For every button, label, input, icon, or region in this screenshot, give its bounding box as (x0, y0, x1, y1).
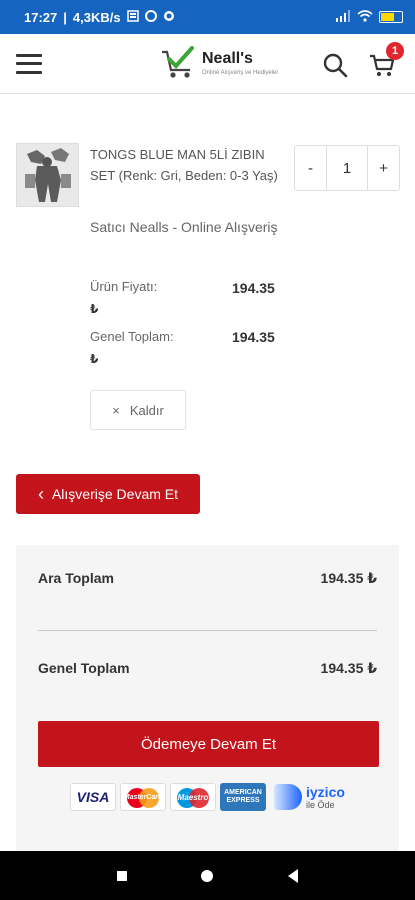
vodafone-icon-2 (163, 10, 175, 25)
continue-shopping-label: Alışverişe Devam Et (51, 486, 179, 502)
logo-name: Neall's (202, 50, 253, 67)
chevron-left-icon: ‹ (37, 484, 44, 504)
subtotal-row: Ara Toplam 194.35 ₺ (38, 570, 377, 587)
status-speed: 4,3KB/s (72, 9, 121, 25)
status-bar: 17:27 | 4,3KB/s (0, 0, 415, 34)
search-icon[interactable] (322, 52, 348, 78)
iyzico-logo: iyzico ile Öde (274, 784, 345, 810)
unit-price-currency: ₺ (90, 302, 99, 316)
quantity-stepper: - 1 + (294, 145, 400, 191)
grand-total-row: Genel Toplam 194.35 ₺ (38, 660, 377, 677)
iyzico-name: iyzico (306, 784, 345, 800)
maestro-text: Maestro (177, 792, 209, 802)
subtotal-value: 194.35 ₺ (320, 570, 377, 586)
iyzico-sub: ile Öde (306, 800, 335, 810)
visa-logo: VISA (70, 783, 116, 811)
summary-divider (38, 630, 377, 631)
cart-count-badge: 1 (386, 42, 404, 60)
iyzico-mark-icon (274, 784, 302, 810)
quantity-increase-button[interactable]: + (367, 146, 399, 190)
iyzico-text: iyzico ile Öde (306, 784, 345, 810)
item-total-label: Genel Toplam: (90, 329, 174, 344)
quantity-value[interactable]: 1 (327, 146, 367, 190)
system-nav-bar (0, 851, 415, 900)
logo[interactable]: Neall's Online Alışveriş ve Hediyeler (158, 44, 278, 82)
status-separator: | (63, 9, 67, 25)
item-total-value: 194.35 (232, 329, 275, 345)
status-bar-right (335, 9, 403, 25)
app-header: Neall's Online Alışveriş ve Hediyeler 1 (0, 34, 415, 94)
maestro-logo: Maestro (170, 783, 216, 811)
signal-icon (335, 9, 351, 25)
checkout-button[interactable]: Ödemeye Devam Et (38, 721, 379, 767)
cart-check-logo-icon (158, 44, 196, 82)
payment-logos: VISA MasterCard Maestro AMERICAN EXPRESS… (70, 783, 345, 811)
grand-total-value: 194.35 ₺ (320, 660, 377, 676)
status-bar-left: 17:27 | 4,3KB/s (24, 9, 175, 25)
recents-icon[interactable] (117, 870, 128, 881)
remove-item-label: Kaldır (129, 402, 164, 418)
status-time: 17:27 (24, 9, 58, 25)
vodafone-icon (144, 9, 157, 25)
wifi-icon (357, 9, 373, 25)
battery-icon (379, 11, 403, 23)
mastercard-logo: MasterCard (120, 783, 166, 811)
home-icon[interactable] (201, 869, 214, 882)
product-title[interactable]: TONGS BLUE MAN 5Lİ ZIBIN SET (Renk: Gri,… (90, 144, 290, 186)
hamburger-menu-icon[interactable] (16, 53, 42, 74)
close-icon: × (112, 402, 120, 418)
visa-text: VISA (76, 789, 110, 805)
remove-item-button[interactable]: × Kaldır (90, 390, 186, 430)
item-total-currency: ₺ (90, 352, 99, 366)
product-image[interactable] (16, 143, 79, 207)
order-summary: Ara Toplam 194.35 ₺ Genel Toplam 194.35 … (16, 545, 399, 851)
subtotal-label: Ara Toplam (38, 570, 114, 586)
unit-price-value: 194.35 (232, 280, 275, 296)
gallery-icon (126, 9, 139, 25)
logo-tagline: Online Alışveriş ve Hediyeler (202, 70, 279, 76)
mastercard-text: MasterCard (123, 793, 163, 801)
amex-logo: AMERICAN EXPRESS (220, 783, 266, 811)
logo-text: Neall's Online Alışveriş ve Hediyeler (202, 50, 278, 76)
continue-shopping-button[interactable]: ‹ Alışverişe Devam Et (16, 474, 200, 514)
back-icon[interactable] (287, 868, 298, 883)
quantity-decrease-button[interactable]: - (295, 146, 327, 190)
scrolled-content-edge (34, 86, 134, 96)
unit-price-label: Ürün Fiyatı: (90, 279, 158, 294)
grand-total-label: Genel Toplam (38, 660, 130, 676)
seller-name: Satıcı Nealls - Online Alışveriş (90, 219, 278, 235)
